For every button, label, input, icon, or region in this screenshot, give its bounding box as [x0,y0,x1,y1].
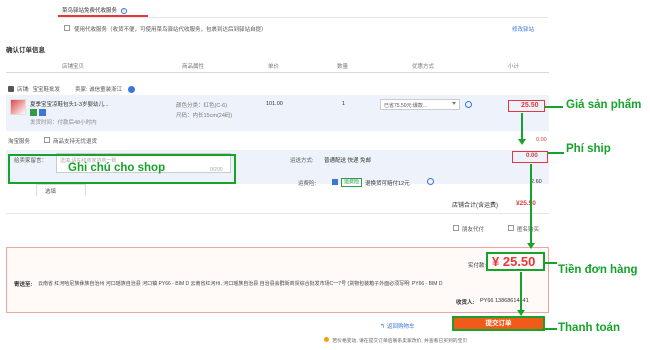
annotation-total: Tiền đơn hàng [558,264,638,276]
use-service-label: 使用代收服务（收货不便，可使用菜鸟驿站代收服务，包裹到达后到驿站自提） [74,27,267,33]
back-to-cart-link[interactable]: ↰ 返回购物车 [380,322,415,331]
header-divider [6,72,549,73]
product-name[interactable]: 夏季宝宝凉鞋包头1-3岁婴幼儿... [30,100,109,108]
total-connector [545,262,557,264]
annotation-price: Giá sản phẩm [566,99,642,111]
shop-total-divider [6,213,549,214]
col-qty: 数量 [337,64,349,70]
top-divider [58,17,548,18]
total-amount: ¥ 25.50 [492,254,535,269]
insurance-amount: 2.60 [531,179,542,185]
friend-pay-label: 朋友代付 [462,227,485,233]
discount-value: 已省75.50元:爆款... [384,103,428,109]
order-section-title: 确认订单信息 [6,47,45,54]
price-connector [545,106,563,108]
address-text: 云南省 红河哈尼族彝族自治州 河口瑶族自治县 河口镇 PY66 - BIM D … [38,281,443,287]
insurance-badge-text: 运费险 [344,179,360,185]
product-badges [30,109,46,116]
shop-icon [8,86,14,92]
warning-icon [324,337,329,342]
col-shop-items: 店铺宝贝 [62,64,85,70]
cainiao-tab[interactable]: 菜鸟驿站免费代收服务 ? [62,6,127,14]
use-service-checkbox[interactable] [64,25,70,31]
ship-arrow-line [530,164,532,244]
col-discount: 优惠方式 [412,64,435,70]
attr-size: 尺码：内长15cm(24码) [176,113,233,119]
product-thumbnail[interactable] [10,99,26,115]
attr-color: 颜色分类：红色(C-6) [176,103,228,109]
shop-label: 店铺: [17,87,30,93]
ship-arrow-head [527,243,535,249]
annotation-note: Ghi chú cho shop [68,162,166,174]
shipping-label: 运送方式: [290,158,314,164]
submit-order-button[interactable]: 提交订单 [452,316,545,331]
optional-tab-label: 选填 [45,189,57,195]
credit-icon [39,109,46,116]
friend-pay-checkbox[interactable] [453,225,459,231]
help-icon: ? [120,8,127,14]
price-arrow-head [518,139,526,145]
arrow-left-icon: ↰ [380,323,386,330]
shipping-amount: 0.00 [526,153,538,159]
seller-name[interactable]: 卖家: 诚信童装浙江 [75,85,122,93]
unit-price: 101.00 [266,101,283,107]
insurance-checkbox[interactable] [332,179,338,185]
service-amount: 0.00 [536,137,547,143]
notice-text: 若价格变动, 请在提交订单后联系卖家改价, 并查看已买到的宝贝 [324,337,467,344]
ship-connector [548,152,564,154]
receiver-label: 收货人: [456,300,475,306]
col-subtotal: 小计 [508,64,520,70]
shop-total-value: ¥25.50 [516,200,536,207]
modify-station-link[interactable]: 修改驿站 [512,25,534,33]
ship-time: 发货时间：付款后48小时内 [30,120,97,126]
insurance-text: 退换货可赔付12元 [365,181,410,187]
total-value: 25.50 [502,254,536,269]
shop-row: 店铺: 宝宝鞋批发 卖家: 诚信童装浙江 [8,85,136,93]
info-icon[interactable] [465,101,472,108]
shop-total-label: 店铺合计(含运费) [452,203,498,209]
shop-name[interactable]: 宝宝鞋批发 [33,85,61,93]
col-price: 单价 [268,64,280,70]
insurance-badge: 运费险 [341,178,363,187]
optional-tab[interactable]: 选填 [36,184,86,196]
pay-connector [545,328,557,330]
paid-label: 实付款: [468,263,487,269]
chat-icon[interactable] [128,85,136,93]
guarantee-icon [30,109,37,116]
quantity[interactable]: 1 [342,101,345,107]
subtotal-value: 25.50 [521,102,539,109]
shipping-method[interactable]: 普通配送 快递 免邮 [324,156,371,164]
address-label: 寄送至: [14,282,33,288]
service-label: 淘宝服务 [8,139,31,145]
price-arrow-line [521,113,523,141]
discount-select[interactable]: 已省75.50元:爆款... [380,99,460,110]
submit-order-label: 提交订单 [485,320,512,327]
currency-symbol: ¥ [492,254,500,269]
no-reason-checkbox[interactable] [44,137,50,143]
cainiao-tab-label: 菜鸟驿站免费代收服务 [62,8,118,14]
back-to-cart-label: 返回购物车 [387,324,415,330]
notice-label: 若价格变动, 请在提交订单后联系卖家改价, 并查看已买到的宝贝 [332,339,468,344]
chevron-down-icon[interactable] [452,102,456,105]
no-reason-label: 商品支持无忧退货 [53,139,98,145]
pay-arrow-head [517,310,525,316]
annotation-pay: Thanh toán [558,322,620,334]
insurance-label: 运费险: [298,181,317,187]
anonymous-checkbox[interactable] [508,225,514,231]
anonymous-label: 匿名购买 [517,227,540,233]
insurance-info-icon[interactable] [427,178,434,185]
pay-arrow-line [520,272,522,312]
col-attributes: 商品属性 [182,64,205,70]
annotation-ship: Phí ship [566,143,611,155]
